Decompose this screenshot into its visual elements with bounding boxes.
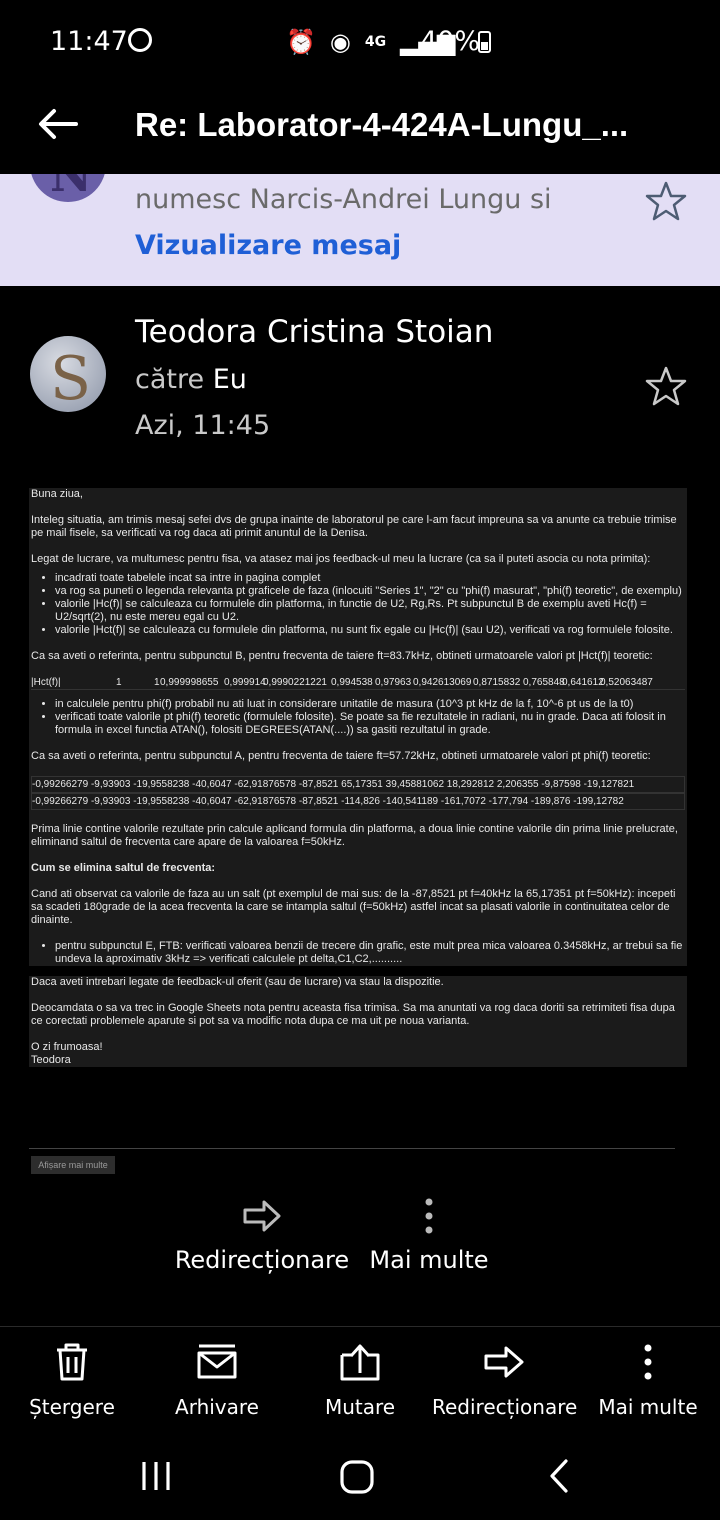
recipient-name: Eu — [212, 364, 247, 395]
section-heading: Cum se elimina saltul de frecventa: — [31, 862, 216, 874]
network-type: 4G — [364, 34, 387, 50]
message-snippet: numesc Narcis-Andrei Lungu si — [135, 184, 552, 215]
star-icon[interactable] — [644, 179, 688, 223]
delete-button[interactable]: Ștergere — [22, 1341, 122, 1419]
feedback-list: pentru subpunctul E, FTB: verificati val… — [31, 940, 685, 966]
body-paragraph: Cand ati observat ca valorile de faza au… — [31, 888, 676, 926]
body-paragraph: Deocamdata o sa va trec in Google Sheets… — [31, 1002, 675, 1027]
archive-label: Arhivare — [175, 1395, 259, 1419]
table-row: -0,99266279 -9,93903 -19,9558238 -40,604… — [31, 776, 685, 793]
alarm-icon: ⏰ — [286, 28, 316, 56]
view-message-link[interactable]: Vizualizare mesaj — [135, 230, 401, 261]
status-time: 11:47 — [50, 26, 128, 57]
more-vert-icon — [644, 1344, 652, 1380]
more-button[interactable]: Mai multe — [596, 1341, 700, 1419]
feedback-list: in calculele pentru phi(f) probabil nu a… — [31, 698, 685, 737]
sender-name[interactable]: Teodora Cristina Stoian — [135, 314, 493, 350]
back-arrow-icon[interactable] — [36, 102, 80, 146]
recent-apps-icon[interactable] — [138, 1458, 174, 1494]
status-bar: 11:47 ⏰ ◉ 4G ▂▄▆ 40% — [0, 0, 720, 84]
list-item: verificati toate valorile pt phi(f) teor… — [55, 711, 685, 737]
feedback-list: incadrati toate tabelele incat sa intre … — [31, 572, 685, 637]
archive-button[interactable]: Arhivare — [166, 1341, 268, 1419]
forward-label: Redirecționare — [432, 1395, 578, 1419]
move-button[interactable]: Mutare — [314, 1341, 406, 1419]
bottom-toolbar: Ștergere Arhivare Mutare Redirecționare … — [0, 1326, 720, 1431]
forward-icon — [484, 1346, 524, 1378]
inline-more-label: Mai multe — [369, 1246, 489, 1274]
list-item: valorile |Hc(f)| se calculeaza cu formul… — [55, 598, 685, 624]
greeting: Buna ziua, — [31, 488, 83, 500]
recipient-line[interactable]: către Eu — [135, 364, 247, 395]
body-paragraph: Legat de lucrare, va multumesc pentru fi… — [31, 553, 651, 565]
back-icon[interactable] — [544, 1458, 574, 1494]
body-paragraph: Ca sa aveti o referinta, pentru subpunct… — [31, 750, 651, 762]
inline-forward-button[interactable]: Redirecționare — [172, 1196, 352, 1274]
whatsapp-icon — [128, 28, 152, 52]
table-row: |Hct(f)| 1 1 0,999998655 0,999914 0,9990… — [31, 676, 685, 690]
battery-level: 40% — [420, 26, 481, 57]
trash-icon — [57, 1343, 87, 1381]
more-label: Mai multe — [598, 1395, 698, 1419]
body-paragraph: Inteleg situatia, am trimis mesaj sefei … — [31, 514, 677, 539]
more-vert-icon — [425, 1198, 433, 1234]
email-body: Buna ziua, Inteleg situatia, am trimis m… — [29, 488, 687, 1067]
inline-forward-label: Redirecționare — [174, 1246, 350, 1274]
list-item: valorile |Hct(f)| se calculeaza cu formu… — [55, 624, 685, 637]
move-label: Mutare — [324, 1395, 396, 1419]
forward-icon — [243, 1200, 281, 1232]
list-item: pentru subpunctul E, FTB: verificati val… — [55, 940, 685, 966]
body-paragraph: Ca sa aveti o referinta, pentru subpunct… — [31, 650, 653, 662]
forward-button[interactable]: Redirecționare — [432, 1341, 578, 1419]
battery-fill — [481, 42, 488, 50]
list-item: incadrati toate tabelele incat sa intre … — [55, 572, 685, 585]
home-icon[interactable] — [338, 1458, 376, 1496]
move-icon — [340, 1344, 380, 1381]
message-header: S Teodora Cristina Stoian către Eu Azi, … — [0, 286, 720, 476]
list-item: in calculele pentru phi(f) probabil nu a… — [55, 698, 685, 711]
hotspot-icon: ◉ — [329, 28, 351, 56]
to-prefix: către — [135, 364, 205, 395]
archive-icon — [197, 1344, 237, 1379]
message-date: Azi, 11:45 — [135, 410, 271, 441]
avatar[interactable]: S — [30, 336, 106, 412]
inline-more-button[interactable]: Mai multe — [366, 1196, 492, 1274]
avatar: N — [30, 174, 106, 202]
closing: O zi frumoasa! — [31, 1041, 103, 1053]
show-more-button[interactable]: Afișare mai multe — [31, 1156, 115, 1174]
list-item: va rog sa puneti o legenda relevanta pt … — [55, 585, 685, 598]
delete-label: Ștergere — [29, 1395, 115, 1419]
table-row: -0,99266279 -9,93903 -19,9558238 -40,604… — [31, 793, 685, 810]
signature: Teodora — [31, 1054, 71, 1066]
body-paragraph: Daca aveti intrebari legate de feedback-… — [31, 976, 444, 988]
divider — [29, 1148, 675, 1149]
system-nav-bar — [0, 1430, 720, 1520]
collapsed-message[interactable]: N numesc Narcis-Andrei Lungu si Vizualiz… — [0, 174, 720, 286]
app-header: Re: Laborator-4-424A-Lungu_... — [0, 84, 720, 174]
star-icon[interactable] — [644, 364, 688, 408]
body-paragraph: Prima linie contine valorile rezultate p… — [31, 823, 678, 848]
email-subject: Re: Laborator-4-424A-Lungu_... — [135, 106, 629, 143]
